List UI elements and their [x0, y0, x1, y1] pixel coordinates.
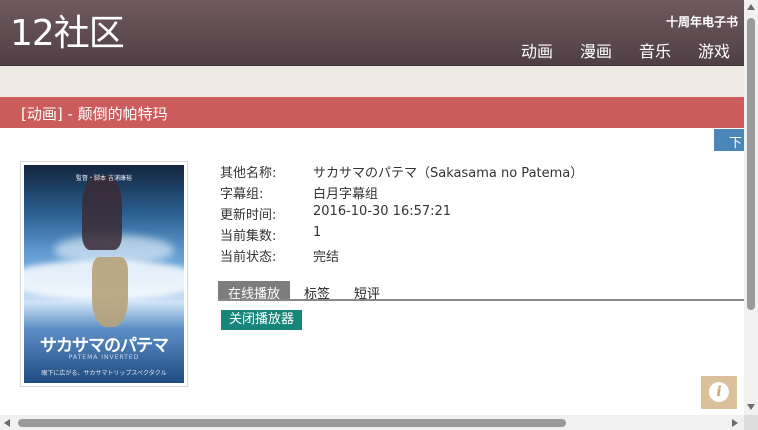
scroll-left-icon[interactable]	[4, 419, 10, 427]
info-row-updated: 更新时间: 2016-10-30 16:57:21	[220, 204, 583, 225]
poster-figure	[82, 175, 122, 250]
poster-title: サカサマのパテマ	[40, 336, 169, 356]
scroll-down-icon[interactable]	[747, 404, 755, 410]
nav-item-games[interactable]: 游戏	[698, 38, 730, 62]
info-value: サカサマのパテマ（Sakasama no Patema）	[313, 166, 584, 181]
nav-item-anime[interactable]: 动画	[521, 38, 553, 62]
poster-figure	[92, 257, 128, 327]
scrollbar-corner	[744, 415, 758, 430]
poster-subtitle: PATEMA INVERTED	[68, 354, 140, 361]
header-spacer	[0, 66, 744, 97]
nav-item-music[interactable]: 音乐	[639, 38, 671, 62]
info-value: 2016-10-30 16:57:21	[313, 204, 452, 219]
site-logo[interactable]: 12社区	[10, 12, 125, 56]
close-player-button[interactable]: 关闭播放器	[221, 310, 302, 330]
info-row-subgroup: 字幕组: 白月字幕组	[220, 183, 583, 204]
info-row-status: 当前状态: 完结	[220, 246, 583, 267]
scroll-right-icon[interactable]	[732, 419, 738, 427]
info-icon: i	[709, 382, 729, 402]
download-side-tab[interactable]: 下	[714, 129, 744, 151]
info-value: 完结	[313, 250, 340, 265]
detail-tabs: 在线播放 标签 短评	[218, 281, 744, 302]
horizontal-scroll-thumb[interactable]	[18, 419, 566, 427]
page-title: [动画] - 颠倒的帕特玛	[21, 105, 168, 123]
info-value: 白月字幕组	[313, 187, 379, 202]
tab-online-play[interactable]: 在线播放	[218, 281, 291, 302]
info-value: 1	[313, 225, 322, 240]
vertical-scroll-thumb[interactable]	[747, 18, 755, 310]
poster-frame: 監督・脚本 吉浦康裕 サカサマのパテマ PATEMA INVERTED 眼下に広…	[20, 161, 188, 387]
info-list: 其他名称: サカサマのパテマ（Sakasama no Patema） 字幕组: …	[220, 162, 583, 267]
nav-item-manga[interactable]: 漫画	[580, 38, 612, 62]
promo-link[interactable]: 十周年电子书	[666, 13, 738, 30]
poster-credit: 監督・脚本 吉浦康裕	[76, 175, 132, 182]
info-row-episodes: 当前集数: 1	[220, 225, 583, 246]
poster-tagline: 眼下に広がる、サカサマトリップスペクタクル	[41, 370, 167, 377]
vertical-scrollbar[interactable]	[744, 0, 758, 415]
info-label: 当前集数:	[220, 229, 277, 244]
page: 12社区 十周年电子书 动画 漫画 音乐 游戏 [动画] - 颠倒的帕特玛 下 …	[0, 0, 758, 430]
info-label: 其他名称:	[220, 166, 277, 181]
main-nav: 动画 漫画 音乐 游戏	[521, 38, 730, 62]
info-label: 字幕组:	[220, 187, 264, 202]
horizontal-scrollbar[interactable]	[0, 415, 744, 430]
tab-reviews[interactable]: 短评	[344, 281, 390, 302]
info-row-alt-name: 其他名称: サカサマのパテマ（Sakasama no Patema）	[220, 162, 583, 183]
info-label: 更新时间:	[220, 208, 277, 223]
poster-image: 監督・脚本 吉浦康裕 サカサマのパテマ PATEMA INVERTED 眼下に広…	[24, 165, 184, 383]
scroll-up-icon[interactable]	[747, 4, 755, 10]
site-header: 12社区 十周年电子书 动画 漫画 音乐 游戏	[0, 0, 744, 66]
page-title-bar: [动画] - 颠倒的帕特玛	[0, 97, 744, 128]
tab-tags[interactable]: 标签	[294, 281, 340, 302]
info-label: 当前状态:	[220, 250, 277, 265]
info-button[interactable]: i	[701, 376, 737, 409]
